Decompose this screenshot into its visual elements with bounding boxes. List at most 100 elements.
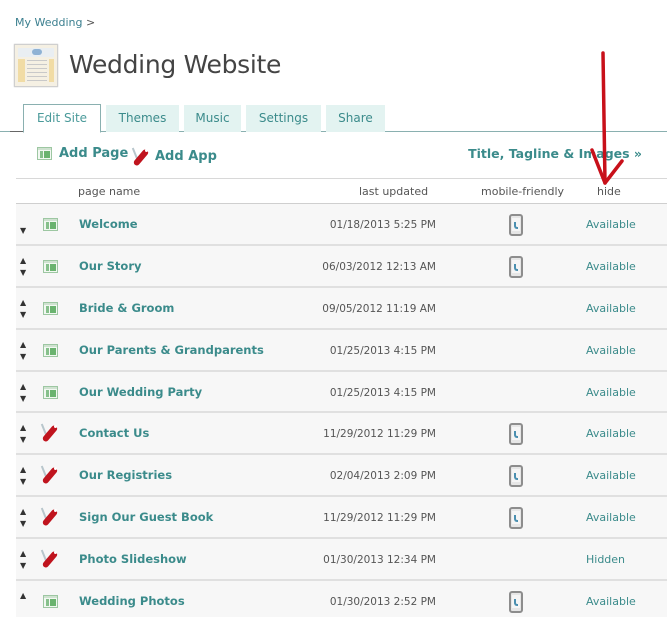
breadcrumb-link-my-wedding[interactable]: My Wedding <box>15 16 82 29</box>
table-row: ▲ ▼ Our Registries 02/04/2013 2:09 PM Availa… <box>16 455 667 498</box>
tab-share[interactable]: Share <box>326 105 385 132</box>
table-row: ▲ ▼ Sign Our Guest Book 11/29/2012 11:29 PM… <box>16 497 667 540</box>
move-up-icon[interactable]: ▲ <box>20 422 26 434</box>
table-row: ▲ ▼ Our Story 06/03/2012 12:13 AM Available <box>16 245 667 288</box>
move-up-icon[interactable]: ▲ <box>20 506 26 518</box>
tab-settings[interactable]: Settings <box>246 105 321 132</box>
last-updated: 06/03/2012 12:13 AM <box>322 260 436 273</box>
tab-themes[interactable]: Themes <box>106 105 179 132</box>
last-updated: 11/29/2012 11:29 PM <box>323 428 436 441</box>
table-row: ▲ ▼ Bride & Groom 09/05/2012 11:19 AM Availa… <box>16 287 667 330</box>
page-name-link[interactable]: Photo Slideshow <box>79 552 187 566</box>
tab-edit-site[interactable]: Edit Site <box>23 104 101 133</box>
visibility-status-link[interactable]: Available <box>586 260 636 273</box>
move-down-icon[interactable]: ▼ <box>20 225 26 237</box>
page-name-link[interactable]: Welcome <box>79 217 138 231</box>
app-knife-icon <box>40 506 61 527</box>
page-type-cell <box>43 300 58 319</box>
table-row: ▲ ▼ Contact Us 11/29/2012 11:29 PM Available <box>16 413 667 456</box>
mobile-phone-icon <box>509 214 523 236</box>
move-up-icon[interactable]: ▲ <box>20 464 26 476</box>
add-page-button[interactable]: Add Page <box>37 146 128 161</box>
move-down-icon[interactable]: ▼ <box>20 351 26 363</box>
page-name-link[interactable]: Our Story <box>79 259 142 273</box>
visibility-status-link[interactable]: Available <box>586 344 636 357</box>
visibility-status-link[interactable]: Available <box>586 218 636 231</box>
last-updated: 09/05/2012 11:19 AM <box>322 302 436 315</box>
mobile-phone-icon <box>509 591 523 614</box>
move-down-icon[interactable]: ▼ <box>20 434 26 446</box>
move-up-icon[interactable]: ▲ <box>20 548 26 560</box>
mobile-phone-icon <box>509 423 523 446</box>
move-down-icon[interactable]: ▼ <box>20 560 26 572</box>
page-icon <box>43 385 58 399</box>
page-name-link[interactable]: Our Wedding Party <box>79 385 202 399</box>
move-up-icon[interactable]: ▲ <box>20 297 26 309</box>
column-header-mobile-friendly: mobile-friendly <box>481 185 565 198</box>
tab-baseline-left <box>10 131 24 132</box>
page-icon <box>43 595 58 609</box>
last-updated: 01/25/2013 4:15 PM <box>329 386 436 399</box>
move-down-icon[interactable]: ▼ <box>20 518 26 530</box>
move-down-icon[interactable]: ▼ <box>20 393 26 405</box>
app-type-cell <box>40 506 61 530</box>
column-header-page-name: page name <box>78 185 141 198</box>
visibility-status-link[interactable]: Hidden <box>586 553 625 566</box>
page-name-link[interactable]: Sign Our Guest Book <box>79 510 213 524</box>
table-row: ▲ ▼ Our Parents & Grandparents 01/25/2013 4… <box>16 329 667 372</box>
mobile-phone-icon <box>509 255 523 278</box>
page-icon <box>43 259 58 273</box>
page-type-cell <box>43 593 58 612</box>
pages-table: page name last updated mobile-friendly h… <box>16 178 667 617</box>
last-updated: 01/25/2013 4:15 PM <box>329 344 436 357</box>
table-header: page name last updated mobile-friendly h… <box>16 178 667 204</box>
page-name-link[interactable]: Contact Us <box>79 426 149 440</box>
move-up-icon[interactable]: ▲ <box>20 381 26 393</box>
title-tagline-images-link[interactable]: Title, Tagline & Images » <box>468 146 642 161</box>
app-type-cell <box>40 424 61 446</box>
page-icon <box>43 301 58 315</box>
move-up-icon[interactable]: ▲ <box>20 339 26 351</box>
page-title: Wedding Website <box>69 50 282 79</box>
page-type-cell <box>43 216 58 235</box>
visibility-status-link[interactable]: Available <box>586 386 636 399</box>
last-updated: 01/18/2013 5:25 PM <box>329 219 436 231</box>
tab-bar: Edit Site Themes Music Settings Share <box>0 104 667 133</box>
app-type-cell <box>40 464 61 488</box>
add-app-button[interactable]: Add App <box>131 146 217 167</box>
action-bar: Add Page Add App Title, Tagline & Images… <box>0 146 667 168</box>
visibility-status-link[interactable]: Available <box>586 427 636 440</box>
app-knife-icon <box>40 548 61 569</box>
last-updated: 11/29/2012 11:29 PM <box>323 512 436 525</box>
add-page-label: Add Page <box>59 146 129 161</box>
breadcrumb-separator: > <box>85 16 96 29</box>
table-body: ▼ Welcome 01/18/2013 5:25 PM Available ▲ ▼ Our… <box>16 204 667 617</box>
page-name-link[interactable]: Bride & Groom <box>79 301 174 315</box>
table-row: ▲ ▼ Photo Slideshow 01/30/2013 12:34 PM Hidd… <box>16 539 667 582</box>
page-name-link[interactable]: Our Parents & Grandparents <box>79 343 264 357</box>
move-down-icon[interactable]: ▼ <box>20 476 26 488</box>
page-type-cell <box>43 342 58 361</box>
breadcrumb: My Wedding > <box>15 16 95 29</box>
page-name-link[interactable]: Our Registries <box>79 468 172 482</box>
move-down-icon[interactable]: ▼ <box>20 267 26 279</box>
tab-music[interactable]: Music <box>184 105 241 132</box>
column-header-hide: hide <box>597 185 621 198</box>
page-name-link[interactable]: Wedding Photos <box>79 594 185 608</box>
app-knife-icon <box>40 464 61 486</box>
move-up-icon[interactable]: ▲ <box>20 590 26 602</box>
move-up-icon[interactable]: ▲ <box>20 255 26 267</box>
table-row: ▼ Welcome 01/18/2013 5:25 PM Available <box>16 204 667 246</box>
visibility-status-link[interactable]: Available <box>586 595 636 608</box>
add-app-label: Add App <box>155 148 217 164</box>
visibility-status-link[interactable]: Available <box>586 469 636 482</box>
website-thumbnail-icon <box>14 44 58 87</box>
visibility-status-link[interactable]: Available <box>586 302 636 315</box>
column-header-last-updated: last updated <box>359 185 429 198</box>
move-down-icon[interactable]: ▼ <box>20 309 26 321</box>
app-type-cell <box>40 548 61 572</box>
table-row: ▲ Wedding Photos 01/30/2013 2:52 PM Availab… <box>16 581 667 617</box>
last-updated: 02/04/2013 2:09 PM <box>329 470 436 483</box>
visibility-status-link[interactable]: Available <box>586 511 636 524</box>
page-icon <box>43 218 58 231</box>
